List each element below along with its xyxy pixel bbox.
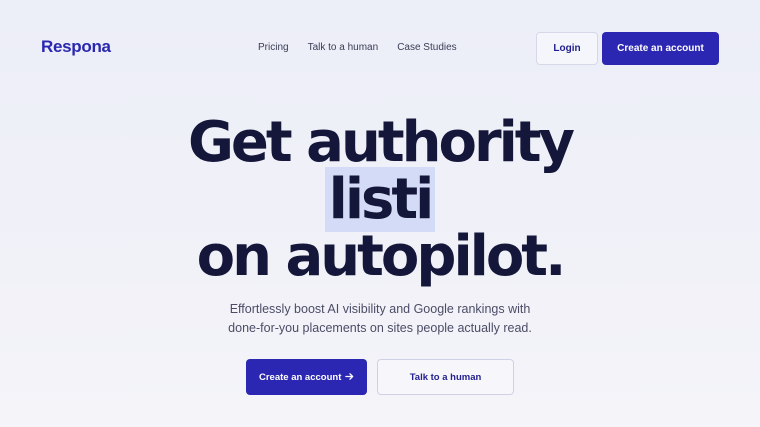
hero-subtitle-line-2: done-for-you placements on sites people … (228, 321, 532, 335)
brand-logo[interactable]: Respona (41, 37, 111, 57)
talk-to-a-human-hero-button[interactable]: Talk to a human (377, 359, 514, 395)
nav-links: Pricing Talk to a human Case Studies (258, 42, 457, 53)
hero-subtitle-line-1: Effortlessly boost AI visibility and Goo… (229, 302, 531, 316)
arrow-right-icon (345, 373, 354, 380)
nav-link-case-studies[interactable]: Case Studies (397, 42, 456, 53)
hero-headline-line-2: listi (0, 167, 760, 232)
create-account-hero-label: Create an account (259, 371, 342, 383)
hero-headline-line-1: Get authority (187, 110, 575, 175)
hero-headline-highlight: listi (324, 167, 436, 232)
top-navigation: Respona Pricing Talk to a human Case Stu… (0, 0, 760, 96)
nav-link-talk-to-a-human[interactable]: Talk to a human (308, 42, 379, 53)
create-account-nav-button[interactable]: Create an account (602, 32, 719, 65)
login-button[interactable]: Login (536, 32, 598, 65)
create-account-hero-button[interactable]: Create an account (246, 359, 367, 395)
hero-headline-line-3: on autopilot. (196, 224, 567, 289)
nav-link-pricing[interactable]: Pricing (258, 42, 289, 53)
